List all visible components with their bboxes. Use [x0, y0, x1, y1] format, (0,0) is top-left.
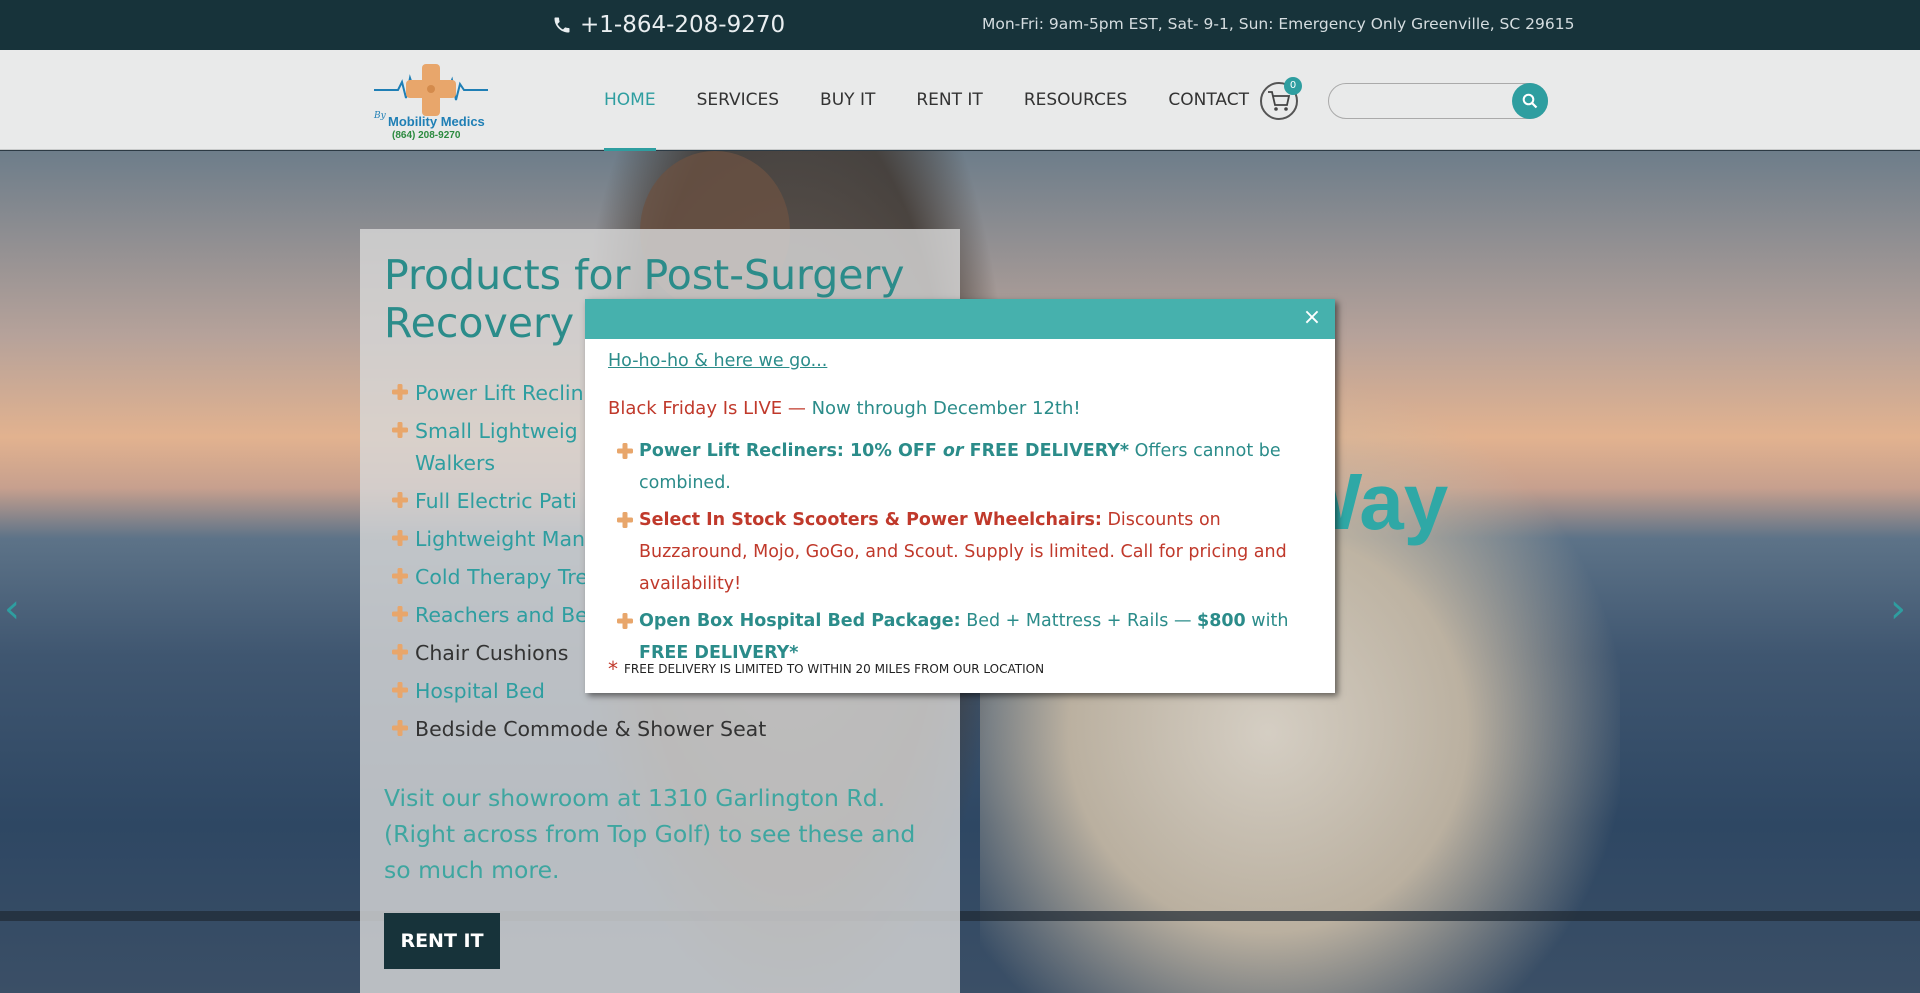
orange-cross-icon	[392, 606, 408, 622]
orange-cross-icon	[392, 530, 408, 546]
orange-cross-icon	[392, 384, 408, 400]
offer-title: Power Lift Recliners: 10% OFF	[639, 441, 943, 461]
offer-free-delivery: FREE DELIVERY*	[963, 441, 1130, 461]
offer-text: Bed + Mattress + Rails —	[960, 611, 1198, 631]
orange-cross-icon	[392, 568, 408, 584]
product-label: Power Lift Reclin	[415, 381, 584, 405]
fine-print-text: FREE DELIVERY IS LIMITED TO WITHIN 20 MI…	[624, 662, 1045, 676]
headline-separator: —	[782, 398, 812, 419]
orange-cross-icon	[392, 720, 408, 736]
list-item: Power Lift Recliners: 10% OFF or FREE DE…	[617, 435, 1307, 499]
product-label: Lightweight Man	[415, 527, 586, 551]
slide-next-arrow-icon[interactable]: ›	[1890, 586, 1906, 632]
offer-price: $800	[1197, 611, 1246, 631]
orange-cross-icon	[392, 682, 408, 698]
fine-print: * FREE DELIVERY IS LIMITED TO WITHIN 20 M…	[608, 657, 1044, 681]
orange-cross-icon	[392, 492, 408, 508]
orange-cross-icon	[617, 613, 633, 629]
popup-link[interactable]: Ho-ho-ho & here we go...	[608, 351, 827, 371]
product-label: Bedside Commode & Shower Seat	[415, 717, 767, 741]
logo-heartbeat-icon	[374, 64, 488, 116]
product-label: Hospital Bed	[415, 679, 545, 703]
phone-number: +1-864-208-9270	[580, 12, 786, 38]
logo-name: Mobility Medics	[388, 114, 485, 129]
orange-cross-icon	[617, 512, 633, 528]
showroom-text: Visit our showroom at 1310 Garlington Rd…	[384, 784, 916, 884]
nav-buy-it[interactable]: BUY IT	[820, 50, 875, 150]
search-input[interactable]	[1341, 90, 1491, 112]
product-label: Cold Therapy Tre	[415, 565, 588, 589]
nav-services[interactable]: SERVICES	[697, 50, 779, 150]
product-label: Full Electric Pati	[415, 489, 577, 513]
business-hours: Mon-Fri: 9am-5pm EST, Sat- 9-1, Sun: Eme…	[982, 15, 1575, 33]
nav-contact[interactable]: CONTACT	[1168, 50, 1249, 150]
hero-photo-railing	[0, 911, 1920, 921]
main-nav: HOME SERVICES BUY IT RENT IT RESOURCES C…	[604, 50, 1290, 151]
mobility-medics-logo[interactable]: By Mobility Medics (864) 208-9270	[372, 58, 490, 144]
search-box	[1328, 83, 1548, 119]
site-header: By Mobility Medics (864) 208-9270 HOME S…	[0, 50, 1920, 151]
product-label: Small Lightweig	[415, 419, 578, 443]
slide-prev-arrow-icon[interactable]: ‹	[4, 586, 20, 632]
rent-it-button[interactable]: RENT IT	[384, 913, 500, 969]
headline-dates: Now through December 12th!	[811, 398, 1081, 419]
product-label: Chair Cushions	[415, 641, 569, 665]
topbar-phone[interactable]: +1-864-208-9270	[552, 12, 785, 38]
product-label: Reachers and Be	[415, 603, 588, 627]
nav-home[interactable]: HOME	[604, 50, 656, 151]
promo-popup: × Ho-ho-ho & here we go... Black Friday …	[585, 299, 1335, 693]
logo-phone: (864) 208-9270	[392, 130, 461, 141]
phone-icon	[554, 17, 570, 33]
asterisk: *	[608, 657, 618, 681]
list-item: Select In Stock Scooters & Power Wheelch…	[617, 504, 1307, 600]
logo-by-text: By	[374, 111, 386, 121]
orange-cross-icon	[392, 644, 408, 660]
nav-resources[interactable]: RESOURCES	[1024, 50, 1128, 150]
close-icon[interactable]: ×	[1301, 307, 1323, 329]
offer-text: with	[1245, 611, 1289, 631]
search-button[interactable]	[1512, 83, 1548, 119]
offer-title: Select In Stock Scooters & Power Wheelch…	[639, 510, 1102, 530]
top-bar: +1-864-208-9270 Mon-Fri: 9am-5pm EST, Sa…	[0, 0, 1920, 50]
search-icon	[1522, 93, 1538, 109]
offer-title: Open Box Hospital Bed Package:	[639, 611, 961, 631]
list-item: Bedside Commode & Shower Seat	[392, 713, 766, 745]
popup-headline: Black Friday Is LIVE — Now through Decem…	[608, 398, 1081, 419]
nav-rent-it[interactable]: RENT IT	[916, 50, 982, 150]
cart-count-badge: 0	[1284, 77, 1302, 95]
orange-cross-icon	[392, 422, 408, 438]
offer-or: or	[942, 441, 964, 461]
orange-cross-icon	[617, 443, 633, 459]
popup-header: ×	[585, 299, 1335, 339]
headline-red: Black Friday Is LIVE	[608, 398, 783, 419]
offer-list: Power Lift Recliners: 10% OFF or FREE DE…	[617, 435, 1307, 674]
product-label: Walkers	[415, 451, 496, 475]
